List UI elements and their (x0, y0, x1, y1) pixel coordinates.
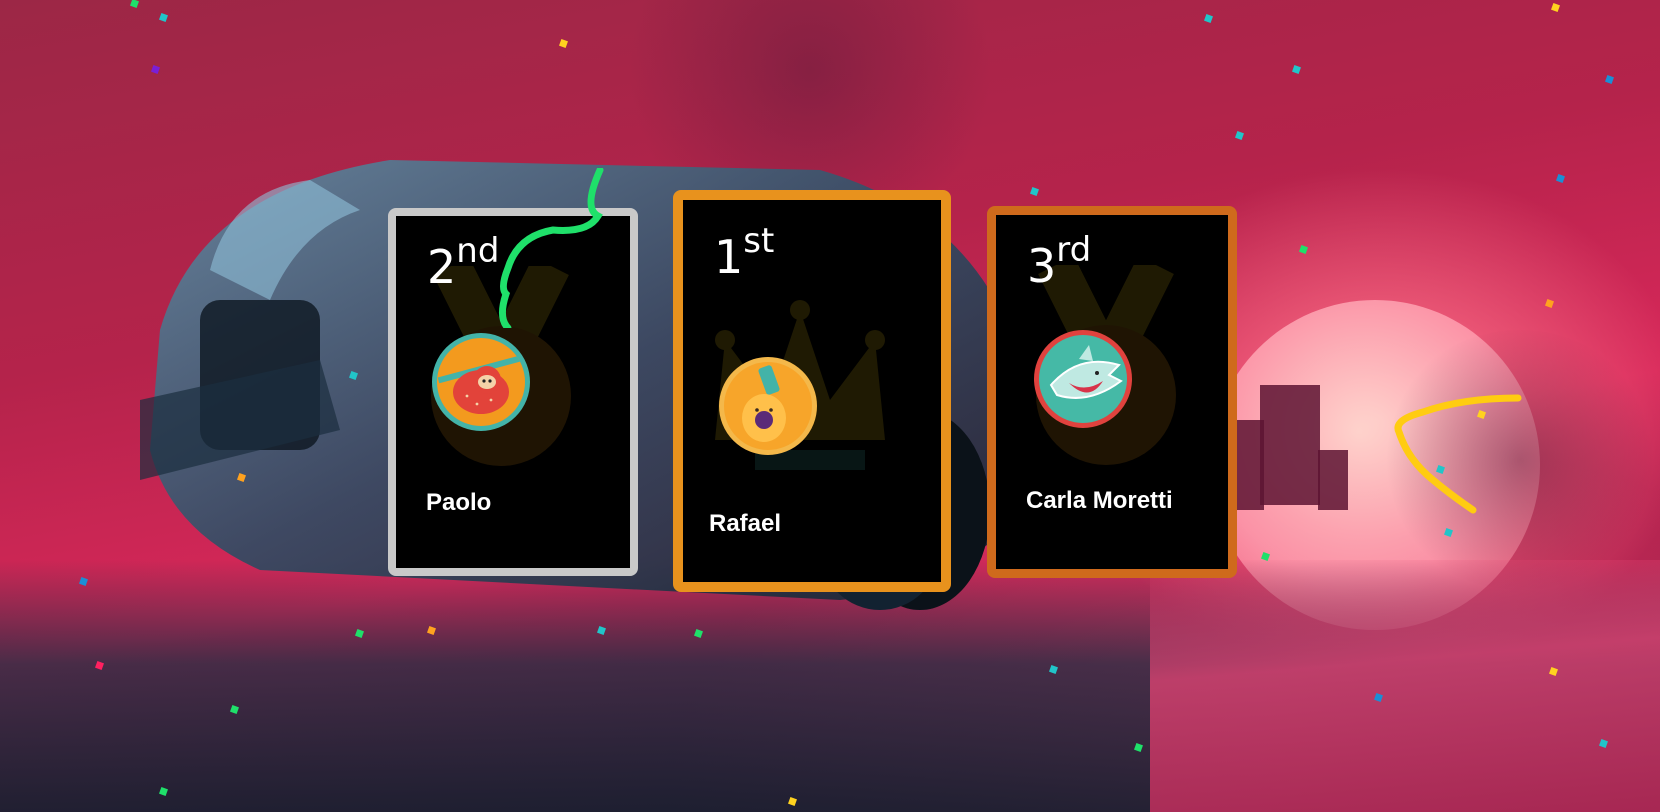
podium-card-third: 3rd Carla Moretti (987, 206, 1237, 578)
streamer (1394, 394, 1522, 514)
player-name: Paolo (426, 489, 492, 516)
rank-label: 2nd (427, 231, 500, 294)
podium-card-first: 1st Rafael (673, 190, 951, 592)
rank-label: 3rd (1027, 230, 1092, 293)
player-name: Carla Moretti (1026, 487, 1173, 514)
podium: 2nd Paolo 1st Rafael 3rd Carla Moretti (0, 0, 1660, 812)
sloth-icon (432, 333, 530, 431)
player-name: Rafael (709, 510, 782, 537)
podium-card-second: 2nd Paolo (388, 208, 638, 576)
guitar-icon (719, 357, 817, 455)
shark-icon (1034, 330, 1132, 428)
rank-label: 1st (714, 221, 775, 284)
